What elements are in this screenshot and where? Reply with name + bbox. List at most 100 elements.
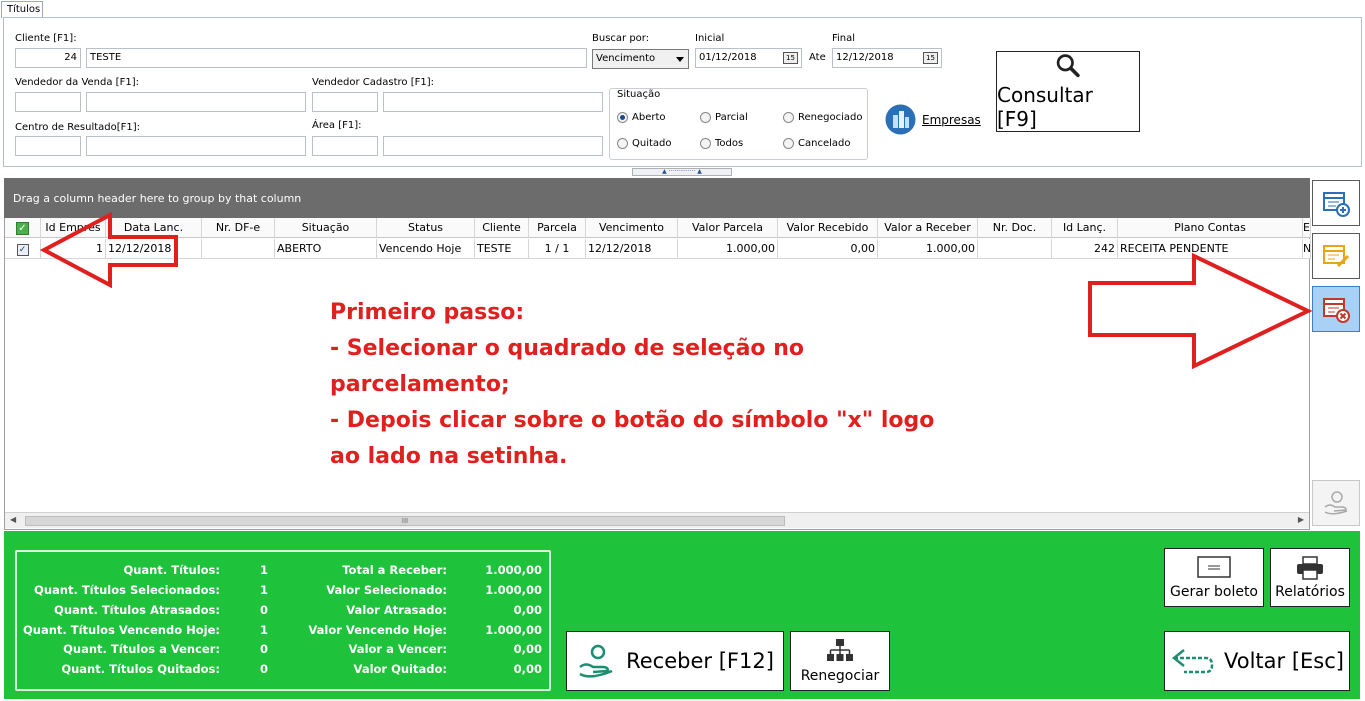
summary-label: Valor Selecionado: — [326, 583, 447, 597]
tab-titulos[interactable]: Títulos — [1, 1, 43, 18]
consultar-label: Consultar [F9] — [997, 83, 1093, 131]
group-by-hint: Drag a column header here to group by th… — [13, 192, 302, 205]
renegociar-button[interactable]: Renegociar — [790, 631, 890, 691]
summary-value: 0,00 — [513, 662, 542, 676]
col-plano-contas[interactable]: Plano Contas — [1118, 218, 1303, 238]
table-cell[interactable]: 0,00 — [778, 239, 878, 259]
summary-label: Quant. Títulos a Vencer: — [63, 642, 220, 656]
annotation-line: - Depois clicar sobre o botão do símbolo… — [330, 408, 935, 433]
check-all-icon: ✓ — [16, 222, 29, 235]
vendedor-venda-id-field[interactable] — [15, 92, 81, 112]
area-nome-field[interactable] — [383, 136, 603, 156]
vendedor-cadastro-label: Vendedor Cadastro [F1]: — [312, 77, 435, 88]
gerar-boleto-button[interactable]: Gerar boleto — [1164, 548, 1264, 607]
col-situacao[interactable]: Situação — [275, 218, 377, 238]
relatorios-button[interactable]: Relatórios — [1270, 548, 1350, 607]
summary-box: Quant. Títulos: 1 Quant. Títulos Selecio… — [15, 550, 551, 691]
inicial-date-field[interactable]: 01/12/2018 15 — [695, 48, 802, 68]
cliente-id-field[interactable]: 24 — [15, 48, 81, 68]
relatorios-label: Relatórios — [1275, 583, 1345, 600]
annotation-line: - Selecionar o quadrado de seleção no — [330, 336, 804, 361]
table-cell[interactable] — [978, 239, 1052, 259]
cancel-title-button[interactable] — [1312, 286, 1360, 332]
summary-value: 1.000,00 — [485, 563, 542, 577]
vendedor-cadastro-nome-field[interactable] — [383, 92, 603, 112]
final-date-value: 12/12/2018 — [836, 52, 894, 63]
final-label: Final — [832, 33, 856, 44]
vendedor-cadastro-id-field[interactable] — [312, 92, 378, 112]
col-parcela[interactable]: Parcela — [529, 218, 586, 238]
annotation-line: ao lado na setinha. — [330, 444, 568, 469]
table-cell[interactable] — [202, 239, 275, 259]
final-date-field[interactable]: 12/12/2018 15 — [832, 48, 942, 68]
radio-parcial[interactable]: Parcial — [700, 112, 748, 123]
radio-aberto[interactable]: Aberto — [617, 112, 666, 123]
splitter-handle[interactable]: ▲ ·············· ▲ — [632, 168, 732, 176]
horizontal-scrollbar[interactable]: ◀ III ▶ — [5, 512, 1309, 528]
summary-value: 1 — [260, 623, 269, 637]
table-cell[interactable]: Vencendo Hoje — [377, 239, 475, 259]
annotation-arrow-left-icon — [40, 212, 178, 288]
voltar-label: Voltar [Esc] — [1224, 649, 1344, 673]
col-id-lanc[interactable]: Id Lanç. — [1052, 218, 1118, 238]
col-nr-doc[interactable]: Nr. Doc. — [978, 218, 1052, 238]
radio-label: Cancelado — [798, 138, 851, 149]
col-cliente[interactable]: Cliente — [475, 218, 529, 238]
scrollbar-thumb[interactable]: III — [25, 516, 785, 526]
select-all-header[interactable]: ✓ — [5, 218, 41, 238]
radio-renegociado[interactable]: Renegociado — [783, 112, 862, 123]
receber-label: Receber [F12] — [626, 649, 774, 673]
centro-resultado-id-field[interactable] — [15, 136, 81, 156]
table-cell[interactable]: 1.000,00 — [878, 239, 978, 259]
edit-title-button[interactable] — [1312, 233, 1360, 279]
vendedor-venda-nome-field[interactable] — [86, 92, 306, 112]
buscar-select[interactable]: Vencimento — [592, 49, 689, 69]
cliente-nome-field[interactable]: TESTE — [86, 48, 587, 68]
col-valor-a-receber[interactable]: Valor a Receber — [878, 218, 978, 238]
group-by-bar: Drag a column header here to group by th… — [4, 178, 1310, 218]
radio-label: Quitado — [632, 138, 672, 149]
cliente-label: Cliente [F1]: — [15, 33, 77, 44]
voltar-button[interactable]: Voltar [Esc] — [1164, 631, 1350, 691]
scroll-right-icon[interactable]: ▶ — [1298, 515, 1304, 524]
table-cell[interactable]: ABERTO — [275, 239, 377, 259]
radio-selected-icon — [617, 112, 628, 123]
col-valor-recebido[interactable]: Valor Recebido — [778, 218, 878, 238]
calendar-icon[interactable]: 15 — [923, 52, 938, 64]
radio-icon — [700, 138, 711, 149]
receive-disabled-button[interactable] — [1312, 480, 1360, 526]
summary-value: 1 — [260, 583, 269, 597]
row-checkbox[interactable]: ✓ — [5, 239, 41, 259]
radio-quitado[interactable]: Quitado — [617, 138, 672, 149]
consultar-button[interactable]: Consultar [F9] — [996, 51, 1140, 132]
summary-value: 0 — [260, 603, 269, 617]
radio-label: Renegociado — [798, 112, 863, 123]
table-cell[interactable]: 1 / 1 — [529, 239, 586, 259]
table-cell[interactable]: 1.000,00 — [678, 239, 778, 259]
search-icon — [1056, 54, 1080, 78]
radio-label: Aberto — [632, 112, 666, 123]
printer-icon — [1297, 555, 1323, 580]
inicial-date-value: 01/12/2018 — [699, 52, 757, 63]
inicial-label: Inicial — [695, 33, 725, 44]
delete-document-icon — [1323, 298, 1350, 323]
table-cell[interactable]: 12/12/2018 — [586, 239, 678, 259]
radio-todos[interactable]: Todos — [700, 138, 743, 149]
area-id-field[interactable] — [312, 136, 378, 156]
radio-cancelado[interactable]: Cancelado — [783, 138, 850, 149]
col-vencimento[interactable]: Vencimento — [586, 218, 678, 238]
col-valor-parcela[interactable]: Valor Parcela — [678, 218, 778, 238]
col-nr-dfe[interactable]: Nr. DF-e — [202, 218, 275, 238]
radio-icon — [783, 138, 794, 149]
add-title-button[interactable] — [1312, 180, 1360, 226]
calendar-icon[interactable]: 15 — [783, 52, 798, 64]
centro-resultado-nome-field[interactable] — [86, 136, 306, 156]
col-e[interactable]: E — [1303, 218, 1311, 238]
back-arrow-icon — [1171, 649, 1214, 674]
receber-button[interactable]: Receber [F12] — [566, 631, 784, 691]
centro-resultado-label: Centro de Resultado[F1]: — [15, 122, 141, 133]
table-cell[interactable]: TESTE — [475, 239, 529, 259]
scroll-left-icon[interactable]: ◀ — [10, 515, 16, 524]
empresas-button[interactable]: Empresas — [885, 104, 981, 135]
col-status[interactable]: Status — [377, 218, 475, 238]
